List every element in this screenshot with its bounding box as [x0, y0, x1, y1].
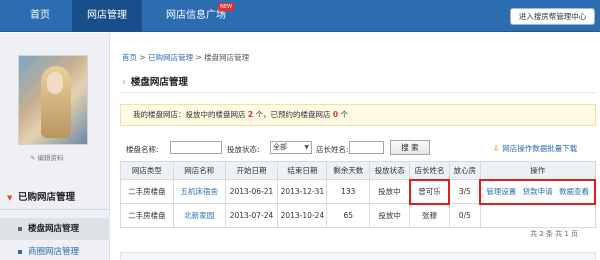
- shop-type-cell: 二手房楼盘: [120, 203, 174, 228]
- building-name-input[interactable]: [170, 141, 222, 154]
- reserved-count: 0: [332, 110, 339, 119]
- breadcrumb: 首页 > 已购网店管理 > 楼盘网店管理: [122, 52, 249, 63]
- pencil-icon: ✎: [30, 154, 36, 162]
- status-select[interactable]: 全部 ▼: [270, 141, 312, 154]
- column-header[interactable]: 店长姓名: [409, 161, 450, 180]
- enter-portal-button[interactable]: 进入搜房帮管理中心: [510, 8, 595, 25]
- running-count: 2: [247, 110, 254, 119]
- batch-download-link[interactable]: ⇩ 网店操作数据批量下载: [493, 143, 577, 154]
- sidebar-item-label: 楼盘网店管理: [28, 224, 80, 234]
- building-name-label: 楼盘名称:: [126, 145, 159, 154]
- column-header[interactable]: 投放状态: [369, 161, 411, 180]
- download-arrow-icon: ⇩: [493, 144, 500, 153]
- bottom-panel: [120, 252, 596, 260]
- breadcrumb-separator: >: [139, 53, 146, 62]
- manager-name-label: 店长姓名:: [316, 145, 349, 154]
- days-left-cell: 65: [326, 203, 371, 228]
- notice-middle: 个，已预约的楼盘网店: [255, 110, 331, 119]
- page-title: › 楼盘网店管理: [122, 74, 188, 88]
- fangxin-cell: 3/5: [448, 179, 481, 204]
- sidebar-item-district-shops[interactable]: 商圈网店管理: [0, 241, 110, 260]
- table-row: 二手房楼盘 北新家园 2013-07-24 2013-10-24 65 投放中 …: [120, 203, 596, 228]
- view-data-link[interactable]: 数据查看: [559, 187, 589, 196]
- chevron-right-icon: ›: [122, 77, 126, 88]
- pagination-summary: 共 2 条 共 1 页: [530, 230, 579, 238]
- top-nav-bar: 首页 网店管理 网店信息广场 NEW 进入搜房帮管理中心: [0, 0, 600, 32]
- sidebar-section-label: 已购网店管理: [18, 192, 76, 203]
- avatar: [18, 55, 88, 145]
- filter-bar: 楼盘名称: 投放状态: 全部 ▼ 店长姓名: 搜 索 ⇩ 网店操作数据批量下载: [120, 140, 596, 158]
- start-date-cell: 2013-06-21: [224, 179, 279, 204]
- page-title-text: 楼盘网店管理: [130, 77, 188, 88]
- days-left-cell: 133: [326, 179, 371, 204]
- title-divider: [120, 92, 596, 93]
- table-header-row: 网店类型 网店名称 开始日期 结束日期 剩余天数 投放状态 店长姓名 放心房 操…: [120, 161, 596, 180]
- triangle-down-icon: ▼: [7, 194, 13, 202]
- notice-prefix: 我的楼盘网店：投放中的楼盘网店: [133, 110, 246, 119]
- manage-settings-link[interactable]: 管理设置: [486, 187, 516, 196]
- new-badge: NEW: [218, 3, 234, 11]
- column-header[interactable]: 剩余天数: [326, 161, 371, 180]
- column-header[interactable]: 网店类型: [120, 161, 174, 180]
- shop-name-cell: 北新家园: [172, 203, 226, 228]
- manager-cell-highlighted: 曾可乐: [408, 178, 451, 205]
- column-header[interactable]: 放心房: [448, 161, 481, 180]
- operations-cell: [479, 203, 596, 228]
- search-button[interactable]: 搜 索: [390, 140, 430, 155]
- status-selected-value: 全部: [273, 143, 287, 151]
- loan-application-link[interactable]: 贷款申请: [523, 187, 553, 196]
- sidebar-item-building-shops[interactable]: 楼盘网店管理: [0, 218, 110, 240]
- avatar-face-shape: [47, 72, 63, 94]
- end-date-cell: 2013-12-31: [277, 179, 328, 204]
- column-header[interactable]: 操作: [479, 161, 596, 180]
- shop-name-link[interactable]: 五机床宿舍: [180, 187, 218, 196]
- edit-profile-link[interactable]: ✎ 编辑资料: [30, 152, 63, 162]
- shop-summary-notice: 我的楼盘网店：投放中的楼盘网店 2 个，已预约的楼盘网店 0 个: [120, 104, 596, 126]
- status-cell: 投放中: [369, 203, 411, 228]
- column-header[interactable]: 结束日期: [277, 161, 328, 180]
- batch-download-label: 网店操作数据批量下载: [502, 144, 578, 153]
- square-bullet-icon: [18, 250, 22, 254]
- shop-type-cell: 二手房楼盘: [120, 179, 174, 204]
- sidebar-section-bought-shops[interactable]: ▼ 已购网店管理: [0, 186, 110, 210]
- edit-profile-label: 编辑资料: [37, 154, 64, 162]
- table-row: 二手房楼盘 五机床宿舍 2013-06-21 2013-12-31 133 投放…: [120, 178, 596, 205]
- notice-suffix: 个: [340, 110, 349, 119]
- breadcrumb-home-link[interactable]: 首页: [122, 53, 137, 62]
- shop-name-link[interactable]: 北新家园: [184, 211, 214, 220]
- operations-cell-highlighted: 管理设置 贷款申请 数据查看: [479, 178, 596, 205]
- shop-name-cell: 五机床宿舍: [172, 179, 226, 204]
- chevron-down-icon: ▼: [304, 144, 309, 151]
- manager-name-input[interactable]: [349, 141, 384, 154]
- breadcrumb-current: 楼盘网店管理: [204, 53, 250, 62]
- sidebar-item-label: 商圈网店管理: [28, 247, 80, 257]
- fangxin-cell: 0/5: [448, 203, 481, 228]
- start-date-cell: 2013-07-24: [224, 203, 279, 228]
- status-cell: 投放中: [369, 179, 411, 204]
- status-label: 投放状态:: [227, 145, 260, 154]
- column-header[interactable]: 网店名称: [172, 161, 226, 180]
- square-bullet-icon: [18, 227, 22, 231]
- end-date-cell: 2013-10-24: [277, 203, 328, 228]
- nav-shop-management[interactable]: 网店管理: [72, 0, 142, 32]
- shop-table: 网店类型 网店名称 开始日期 结束日期 剩余天数 投放状态 店长姓名 放心房 操…: [120, 161, 596, 228]
- nav-home[interactable]: 首页: [18, 0, 62, 32]
- breadcrumb-separator: >: [195, 53, 202, 62]
- breadcrumb-bought-link[interactable]: 已购网店管理: [148, 53, 193, 62]
- manager-cell: 张穆: [409, 203, 450, 228]
- column-header[interactable]: 开始日期: [224, 161, 279, 180]
